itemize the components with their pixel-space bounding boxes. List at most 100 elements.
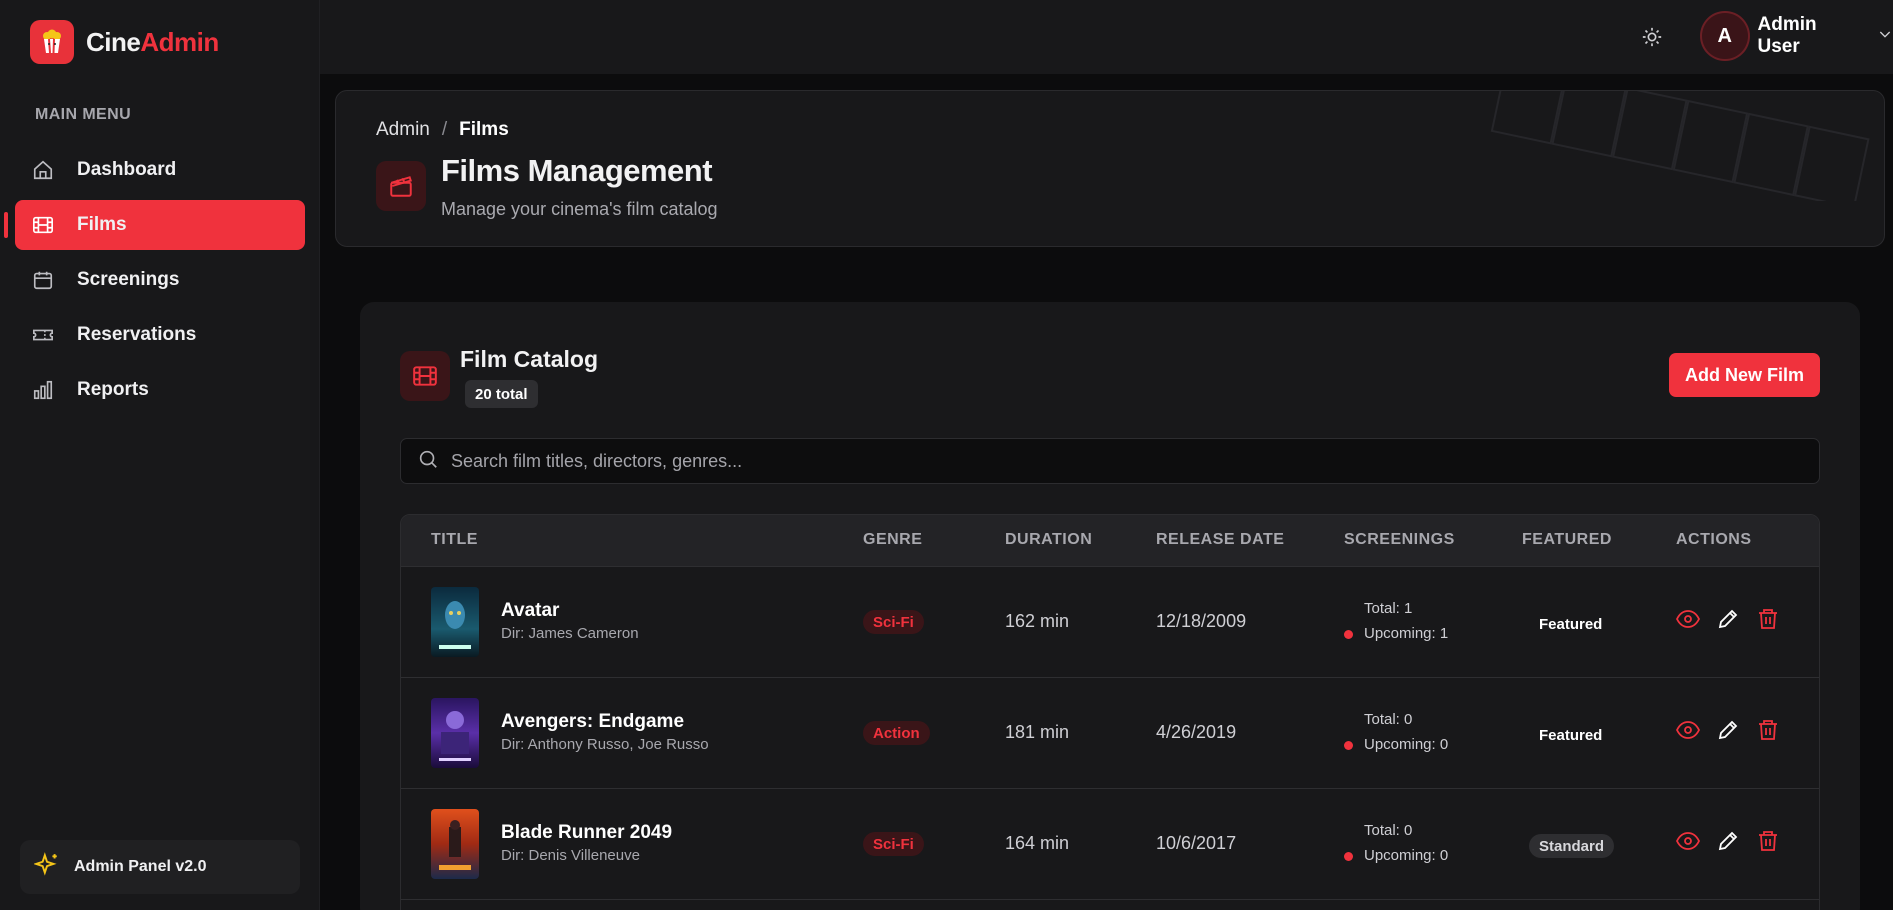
user-name: Admin User <box>1757 14 1817 57</box>
film-poster <box>431 587 479 657</box>
version-badge: Admin Panel v2.0 <box>20 840 300 894</box>
brand-name-part1: Cine <box>86 26 141 57</box>
column-header-featured[interactable]: FEATURED <box>1522 531 1612 549</box>
genre-badge: Action <box>863 721 930 745</box>
page-subtitle: Manage your cinema's film catalog <box>441 199 718 219</box>
eye-icon[interactable] <box>1676 829 1700 853</box>
film-release-date: 4/26/2019 <box>1156 722 1237 742</box>
screenings-total: Total: 1 <box>1364 600 1413 617</box>
column-header-duration[interactable]: DURATION <box>1005 531 1092 549</box>
film-release-date: 12/18/2009 <box>1156 611 1247 631</box>
column-header-screenings[interactable]: SCREENINGS <box>1344 531 1455 549</box>
column-header-actions: ACTIONS <box>1676 531 1752 548</box>
breadcrumb: Admin / Films <box>376 119 509 141</box>
film-release-date: 10/6/2017 <box>1156 833 1237 853</box>
film-duration: 181 min <box>1005 722 1070 742</box>
pencil-icon[interactable] <box>1716 829 1740 853</box>
column-header-title[interactable]: TITLE <box>431 531 478 549</box>
film-icon <box>31 213 55 237</box>
film-director: Dir: James Cameron <box>501 625 639 642</box>
featured-badge: Standard <box>1529 834 1615 858</box>
search-bar <box>400 438 1820 484</box>
breadcrumb-root[interactable]: Admin <box>376 119 430 141</box>
genre-badge: Sci-Fi <box>863 832 924 856</box>
screenings-total: Total: 0 <box>1364 711 1413 728</box>
bar-chart-icon <box>31 378 55 402</box>
search-icon <box>417 448 439 475</box>
upcoming-indicator-dot <box>1344 741 1353 750</box>
sidebar-item-label: Dashboard <box>77 159 177 180</box>
page-header: Admin / Films Films Management Manage yo… <box>335 90 1885 247</box>
film-title[interactable]: Blade Runner 2049 <box>501 822 672 844</box>
row-actions <box>1676 607 1780 631</box>
pencil-icon[interactable] <box>1716 607 1740 631</box>
sidebar-item-films[interactable]: Films <box>4 200 305 250</box>
films-table: TITLE GENRE DURATION RELEASE DATE SCREEN… <box>400 514 1820 910</box>
genre-badge: Sci-Fi <box>863 610 924 634</box>
trash-icon[interactable] <box>1756 607 1780 631</box>
avatar: A <box>1700 11 1750 61</box>
eye-icon[interactable] <box>1676 607 1700 631</box>
sidebar-item-label: Screenings <box>77 269 180 290</box>
catalog-title: Film Catalog <box>460 346 599 372</box>
sun-icon[interactable] <box>1637 22 1667 52</box>
total-count-badge: 20 total <box>465 380 538 408</box>
column-header-genre[interactable]: GENRE <box>863 531 922 549</box>
topbar: A Admin User <box>320 0 1893 74</box>
eye-icon[interactable] <box>1676 718 1700 742</box>
film-director: Dir: Denis Villeneuve <box>501 847 640 864</box>
film-director: Dir: Anthony Russo, Joe Russo <box>501 736 709 753</box>
user-menu[interactable]: A Admin User <box>1700 11 1893 61</box>
sidebar-item-label: Reservations <box>77 324 197 345</box>
film-title[interactable]: Avatar <box>501 600 559 622</box>
add-new-film-button[interactable]: Add New Film <box>1669 353 1820 397</box>
film-strip-decoration <box>1490 91 1870 201</box>
calendar-icon <box>31 268 55 292</box>
trash-icon[interactable] <box>1756 718 1780 742</box>
pencil-icon[interactable] <box>1716 718 1740 742</box>
sidebar-item-label: Reports <box>77 379 149 400</box>
screenings-upcoming: Upcoming: 0 <box>1364 847 1449 864</box>
table-row[interactable]: Blade Runner 2049 Dir: Denis Villeneuve … <box>401 789 1819 900</box>
film-duration: 162 min <box>1005 611 1070 631</box>
ticket-icon <box>31 323 55 347</box>
row-actions <box>1676 829 1780 853</box>
breadcrumb-separator: / <box>441 119 448 140</box>
brand-name: CineAdmin <box>86 27 219 58</box>
trash-icon[interactable] <box>1756 829 1780 853</box>
row-actions <box>1676 718 1780 742</box>
upcoming-indicator-dot <box>1344 852 1353 861</box>
upcoming-indicator-dot <box>1344 630 1353 639</box>
film-poster <box>431 698 479 768</box>
menu-heading: MAIN MENU <box>35 106 132 123</box>
table-row[interactable]: Avengers: Endgame Dir: Anthony Russo, Jo… <box>401 678 1819 789</box>
sidebar-item-dashboard[interactable]: Dashboard <box>15 145 305 195</box>
film-title[interactable]: Avengers: Endgame <box>501 711 684 733</box>
featured-badge: Featured <box>1539 726 1603 744</box>
table-row[interactable]: Avatar Dir: James Cameron Sci-Fi 162 min… <box>401 567 1819 678</box>
version-label: Admin Panel v2.0 <box>74 858 207 875</box>
column-header-release-date[interactable]: RELEASE DATE <box>1156 531 1284 549</box>
clapperboard-icon <box>376 161 426 211</box>
popcorn-icon <box>30 20 74 64</box>
search-input[interactable] <box>451 450 1751 472</box>
sidebar-item-label: Films <box>77 214 127 235</box>
brand-name-part2: Admin <box>140 26 219 57</box>
sidebar-item-reports[interactable]: Reports <box>15 365 305 415</box>
sparkles-icon <box>33 851 60 883</box>
chevron-down-icon <box>1877 26 1893 47</box>
screenings-upcoming: Upcoming: 0 <box>1364 736 1449 753</box>
film-catalog-card: Film Catalog 20 total Add New Film TITLE… <box>360 302 1860 910</box>
sidebar-item-reservations[interactable]: Reservations <box>15 310 305 360</box>
table-header: TITLE GENRE DURATION RELEASE DATE SCREEN… <box>401 515 1819 567</box>
breadcrumb-current: Films <box>459 119 509 140</box>
featured-badge: Featured <box>1539 615 1603 633</box>
screenings-upcoming: Upcoming: 1 <box>1364 625 1449 642</box>
film-icon <box>400 351 450 401</box>
film-duration: 164 min <box>1005 833 1070 853</box>
main-nav: Dashboard Films Screenings Reservations … <box>4 145 305 420</box>
film-poster <box>431 809 479 879</box>
brand-logo[interactable]: CineAdmin <box>30 20 219 64</box>
sidebar-item-screenings[interactable]: Screenings <box>15 255 305 305</box>
home-icon <box>31 158 55 182</box>
